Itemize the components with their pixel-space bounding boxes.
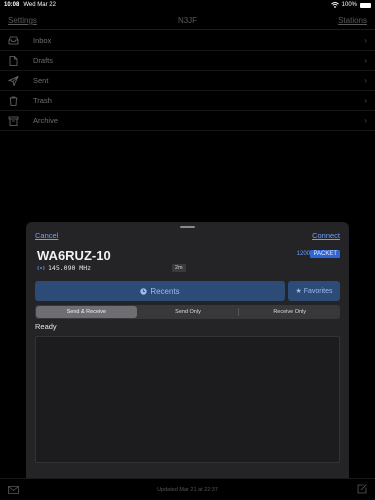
nav-title: N3JF <box>177 16 198 25</box>
mailbox-label: Inbox <box>33 36 52 45</box>
mailbox-list: Inbox › Drafts › Sent › Trash › Archive … <box>0 31 375 131</box>
station-callsign: WA6RUZ-10 <box>37 248 111 263</box>
mailbox-item-inbox[interactable]: Inbox › <box>0 31 375 51</box>
star-icon: ★ <box>295 288 302 295</box>
baud-rate: 1200 <box>296 251 310 257</box>
chevron-right-icon: › <box>364 36 367 45</box>
chevron-right-icon: › <box>364 56 367 65</box>
connection-status: Ready <box>35 322 57 331</box>
mailbox-item-sent[interactable]: Sent › <box>0 71 375 91</box>
favorites-button[interactable]: ★ Favorites <box>288 281 340 301</box>
segment-receive-only[interactable]: Receive Only <box>239 305 340 319</box>
frequency-row: 145.090 MHz <box>37 264 91 272</box>
cancel-button[interactable]: Cancel <box>35 231 58 240</box>
settings-button[interactable]: Settings <box>8 16 37 25</box>
battery-percent: 100% <box>341 2 357 8</box>
chevron-right-icon: › <box>364 96 367 105</box>
archive-box-icon <box>8 116 24 126</box>
mailbox-item-trash[interactable]: Trash › <box>0 91 375 111</box>
wifi-icon <box>330 2 339 8</box>
band-badge: 2m <box>172 264 186 272</box>
frequency: 145.090 MHz <box>48 264 92 272</box>
status-date: Wed Mar 22 <box>23 2 56 8</box>
mailbox-label: Drafts <box>33 56 54 65</box>
status-right: 100% <box>330 2 371 8</box>
nav-bar: Settings N3JF Stations <box>0 12 375 30</box>
mailbox-item-drafts[interactable]: Drafts › <box>0 51 375 71</box>
favorites-label: Favorites <box>303 287 333 295</box>
trash-icon <box>8 96 24 106</box>
paper-plane-icon <box>8 75 24 86</box>
mode-badge: PACKET <box>310 250 340 258</box>
segment-send-only[interactable]: Send Only <box>138 305 239 319</box>
sheet-grabber[interactable] <box>180 226 195 228</box>
status-time: 10:08 <box>4 2 20 8</box>
antenna-icon <box>37 265 45 271</box>
mailbox-label: Archive <box>33 116 59 125</box>
stations-button[interactable]: Stations <box>338 16 367 25</box>
chevron-right-icon: › <box>364 116 367 125</box>
bottom-toolbar: Updated Mar 21 at 22:37 <box>0 478 375 500</box>
tray-icon <box>8 36 24 45</box>
status-bar: 10:08 Wed Mar 22 100% <box>0 0 375 10</box>
document-icon <box>8 55 24 66</box>
sheet-header: Cancel Connect <box>35 231 340 240</box>
direction-segmented-control: Send & Receive Send Only Receive Only <box>35 305 340 319</box>
chevron-right-icon: › <box>364 76 367 85</box>
segment-send-receive[interactable]: Send & Receive <box>36 306 137 318</box>
clock-icon <box>140 287 148 295</box>
connect-sheet: Cancel Connect WA6RUZ-10 1200 PACKET 145… <box>26 222 349 478</box>
mailbox-label: Trash <box>33 96 52 105</box>
battery-icon <box>360 2 371 8</box>
session-log[interactable] <box>35 336 340 463</box>
recents-label: Recents <box>150 286 180 296</box>
connect-button[interactable]: Connect <box>312 231 340 240</box>
recents-button[interactable]: Recents <box>35 281 285 301</box>
mailbox-label: Sent <box>33 76 49 85</box>
updated-timestamp: Updated Mar 21 at 22:37 <box>157 486 218 493</box>
mailbox-item-archive[interactable]: Archive › <box>0 111 375 131</box>
